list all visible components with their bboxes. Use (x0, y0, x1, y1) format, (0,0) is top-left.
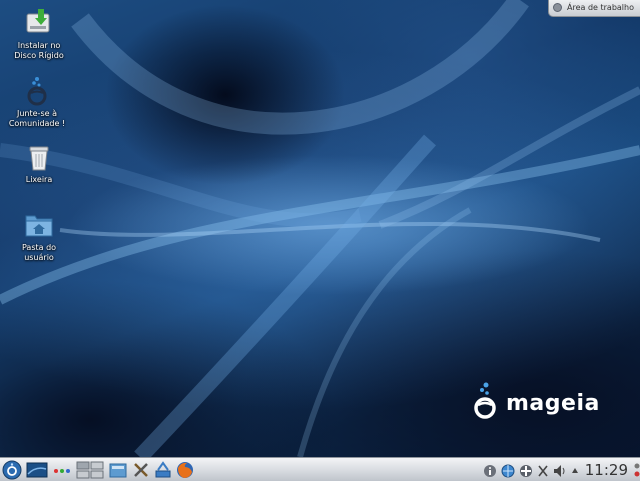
activity-dots-icon[interactable] (52, 460, 72, 480)
file-manager-icon[interactable] (108, 460, 128, 480)
info-icon[interactable] (482, 460, 498, 480)
desktop-icon-trash[interactable]: Lixeira (6, 142, 72, 185)
firefox-icon[interactable] (175, 460, 195, 480)
mageia-logo-icon (474, 382, 496, 419)
install-disk-icon (24, 8, 54, 38)
mageia-menu-icon[interactable] (2, 460, 22, 480)
klipper-icon[interactable] (536, 460, 550, 480)
trash-icon (24, 142, 54, 172)
mageia-community-icon (22, 76, 52, 106)
desktop-icon-label: Pasta do usuário (21, 243, 57, 262)
network-center-icon[interactable] (153, 460, 173, 480)
show-desktop-icon[interactable] (26, 460, 48, 480)
mageia-logo: mageia (472, 381, 599, 421)
clock[interactable]: 11:29 (585, 460, 628, 480)
home-folder-icon (24, 210, 54, 240)
mageia-wordmark: mageia (506, 391, 600, 416)
pager-icon[interactable] (76, 460, 104, 480)
network-icon[interactable] (500, 460, 516, 480)
desktop-icon-community[interactable]: Junte-se à Comunidade ! (4, 76, 70, 129)
desktop-icon-install[interactable]: Instalar no Disco Rígido (6, 8, 72, 61)
updates-icon[interactable] (518, 460, 534, 480)
desktop-wallpaper[interactable]: Instalar no Disco Rígido Junte-se à Comu… (0, 0, 640, 457)
desktop-icon-label: Instalar no Disco Rígido (14, 41, 64, 60)
desktop-icon-home[interactable]: Pasta do usuário (6, 210, 72, 263)
taskbar: 11:29 (0, 457, 640, 481)
desktop-icon-label: Lixeira (25, 175, 53, 184)
desktop-toolbox-button[interactable]: Área de trabalho (548, 0, 640, 17)
desktop-toolbox-label: Área de trabalho (567, 3, 634, 12)
tray-expand-icon[interactable] (570, 460, 580, 480)
volume-icon[interactable] (552, 460, 568, 480)
desktop-icon-label: Junte-se à Comunidade ! (8, 109, 66, 128)
wallpaper-swirls (0, 0, 640, 457)
gear-icon (553, 3, 562, 12)
panel-toolbox-icon[interactable] (632, 460, 640, 480)
system-settings-icon[interactable] (131, 460, 151, 480)
